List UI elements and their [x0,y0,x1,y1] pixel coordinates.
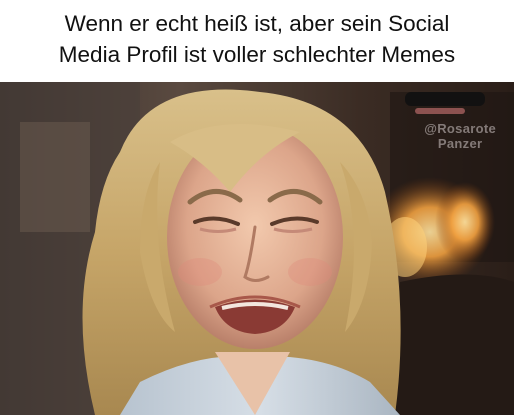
meme-caption: Wenn er echt heiß ist, aber sein Social … [0,0,514,82]
watermark-line-1: @Rosarote [424,121,496,136]
caption-line-1: Wenn er echt heiß ist, aber sein Social [64,11,450,36]
watermark: @Rosarote Panzer [424,121,496,151]
caption-line-2: Media Profil ist voller schlechter Memes [58,42,456,67]
meme-container: Wenn er echt heiß ist, aber sein Social … [0,0,514,415]
watermark-line-2: Panzer [437,136,483,151]
